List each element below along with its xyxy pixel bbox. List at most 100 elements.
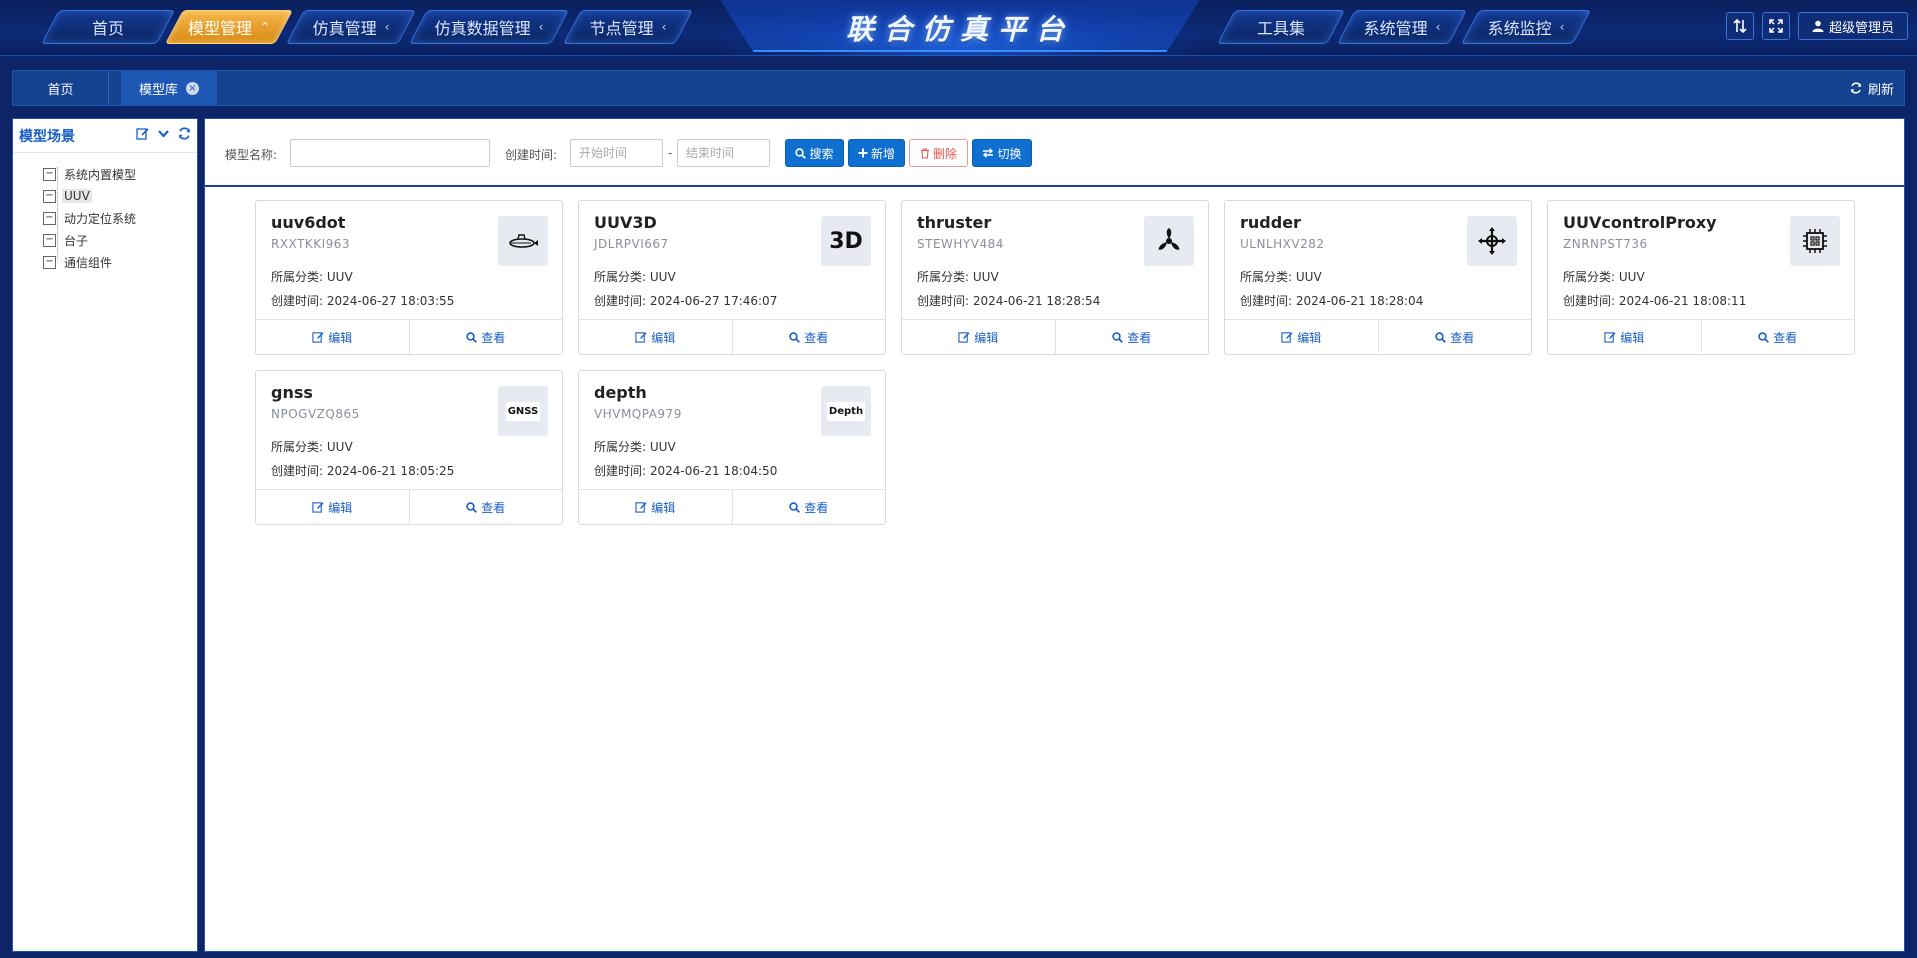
collapse-box-icon[interactable]: − <box>43 233 56 247</box>
edit-button[interactable]: 编辑 <box>579 320 732 354</box>
start-time-input[interactable] <box>570 139 663 167</box>
page-tab-strip: 首页 模型库 × 刷新 <box>12 70 1905 106</box>
search-icon <box>1758 331 1770 343</box>
search-icon <box>1435 331 1447 343</box>
3d-icon: 3D <box>821 216 871 266</box>
user-menu-button[interactable]: 超级管理员 <box>1798 12 1908 40</box>
chevron-left-icon: ‹ <box>1435 20 1441 34</box>
model-name: depth <box>594 383 647 402</box>
edit-icon <box>1604 332 1616 343</box>
nav-item-system-monitor[interactable]: 系统监控 ‹ <box>1460 10 1592 44</box>
nav-item-simulation-data-management[interactable]: 仿真数据管理 ‹ <box>408 10 570 44</box>
button-label: 查看 <box>804 330 829 345</box>
search-icon <box>789 331 801 343</box>
view-button[interactable]: 查看 <box>731 490 886 524</box>
edit-icon[interactable] <box>136 127 149 144</box>
search-icon <box>466 331 478 343</box>
tree-item-platform[interactable]: − 台子 <box>43 229 197 251</box>
card-actions: 编辑 查看 <box>256 319 562 354</box>
edit-button[interactable]: 编辑 <box>1225 320 1378 354</box>
edit-icon <box>635 502 647 513</box>
tree-item-label: UUV <box>62 189 92 203</box>
nav-item-label: 系统管理 <box>1363 19 1428 38</box>
end-time-input[interactable] <box>677 139 770 167</box>
view-button[interactable]: 查看 <box>408 490 563 524</box>
sort-toggle-button[interactable] <box>1726 12 1754 40</box>
search-bar: 模型名称: 创建时间: - 搜索 新增 删除 切换 <box>205 119 1904 187</box>
model-category: 所属分类: UUV <box>1240 270 1322 284</box>
panel-tools <box>136 127 191 144</box>
nav-item-label: 仿真管理 <box>312 19 377 38</box>
sort-arrows-icon <box>1733 19 1747 33</box>
edit-button[interactable]: 编辑 <box>256 490 409 524</box>
button-label: 查看 <box>1773 330 1798 345</box>
refresh-icon[interactable] <box>178 127 191 144</box>
button-label: 编辑 <box>651 500 676 515</box>
page-tab-home[interactable]: 首页 <box>13 71 109 105</box>
view-button[interactable]: 查看 <box>1377 320 1532 354</box>
add-button[interactable]: 新增 <box>848 139 905 167</box>
tree-item-communication[interactable]: − 通信组件 <box>43 251 197 273</box>
view-button[interactable]: 查看 <box>1054 320 1209 354</box>
tree-item-label: 系统内置模型 <box>64 167 137 182</box>
page-tab-label: 模型库 <box>138 82 178 98</box>
refresh-icon <box>1850 82 1862 94</box>
fullscreen-button[interactable] <box>1762 12 1790 40</box>
nav-item-model-management[interactable]: 模型管理 ⌃ <box>164 10 294 44</box>
edit-button[interactable]: 编辑 <box>1548 320 1701 354</box>
model-code: ZNRNPST736 <box>1563 237 1648 251</box>
nav-item-system-management[interactable]: 系统管理 ‹ <box>1336 10 1468 44</box>
model-create-time: 创建时间: 2024-06-21 18:28:54 <box>917 294 1101 308</box>
tree-item-uuv[interactable]: − UUV <box>43 185 197 207</box>
card-actions: 编辑 查看 <box>902 319 1208 354</box>
depth-icon: Depth <box>821 386 871 436</box>
edit-icon <box>958 332 970 343</box>
model-create-time: 创建时间: 2024-06-21 18:04:50 <box>594 464 778 478</box>
switch-button[interactable]: 切换 <box>972 139 1032 167</box>
refresh-button[interactable]: 刷新 <box>1850 71 1894 105</box>
edit-icon <box>312 332 324 343</box>
model-name-input[interactable] <box>290 139 490 167</box>
model-create-time: 创建时间: 2024-06-21 18:08:11 <box>1563 294 1747 308</box>
model-category: 所属分类: UUV <box>1563 270 1645 284</box>
platform-title: 联合仿真平台 <box>845 13 1074 46</box>
tree-item-dynamic-positioning[interactable]: − 动力定位系统 <box>43 207 197 229</box>
edit-button[interactable]: 编辑 <box>902 320 1055 354</box>
page-tab-model-library[interactable]: 模型库 × <box>121 71 217 105</box>
nav-item-label: 仿真数据管理 <box>434 19 531 38</box>
view-button[interactable]: 查看 <box>408 320 563 354</box>
button-label: 编辑 <box>1620 330 1645 345</box>
search-button[interactable]: 搜索 <box>785 139 844 167</box>
close-tab-icon[interactable]: × <box>186 81 199 95</box>
model-card: gnss NPOGVZQ865 所属分类: UUV 创建时间: 2024-06-… <box>255 370 563 525</box>
button-label: 查看 <box>1127 330 1152 345</box>
tree-item-builtin-models[interactable]: − 系统内置模型 <box>43 163 197 185</box>
nav-item-label: 工具集 <box>1256 19 1305 38</box>
model-category: 所属分类: UUV <box>594 440 676 454</box>
create-time-label: 创建时间: <box>505 148 558 162</box>
collapse-box-icon[interactable]: − <box>43 167 56 181</box>
chevron-down-icon[interactable] <box>157 127 170 144</box>
nav-item-home[interactable]: 首页 <box>40 10 176 44</box>
view-button[interactable]: 查看 <box>1700 320 1855 354</box>
collapse-box-icon[interactable]: − <box>43 255 56 269</box>
chevron-left-icon: ‹ <box>538 20 544 34</box>
button-label: 切换 <box>997 146 1022 161</box>
nav-item-toolset[interactable]: 工具集 <box>1216 10 1346 44</box>
button-label: 查看 <box>481 500 506 515</box>
collapse-box-icon[interactable]: − <box>43 189 56 203</box>
card-actions: 编辑 查看 <box>579 489 885 524</box>
model-code: VHVMQPA979 <box>594 407 682 421</box>
edit-icon <box>312 502 324 513</box>
nav-item-simulation-management[interactable]: 仿真管理 ‹ <box>285 10 417 44</box>
nav-item-node-management[interactable]: 节点管理 ‹ <box>562 10 694 44</box>
button-label: 编辑 <box>328 330 353 345</box>
edit-button[interactable]: 编辑 <box>579 490 732 524</box>
collapse-box-icon[interactable]: − <box>43 211 56 225</box>
gnss-icon: GNSS <box>498 386 548 436</box>
view-button[interactable]: 查看 <box>731 320 886 354</box>
delete-button[interactable]: 删除 <box>909 139 968 167</box>
search-icon <box>1112 331 1124 343</box>
model-category: 所属分类: UUV <box>594 270 676 284</box>
edit-button[interactable]: 编辑 <box>256 320 409 354</box>
